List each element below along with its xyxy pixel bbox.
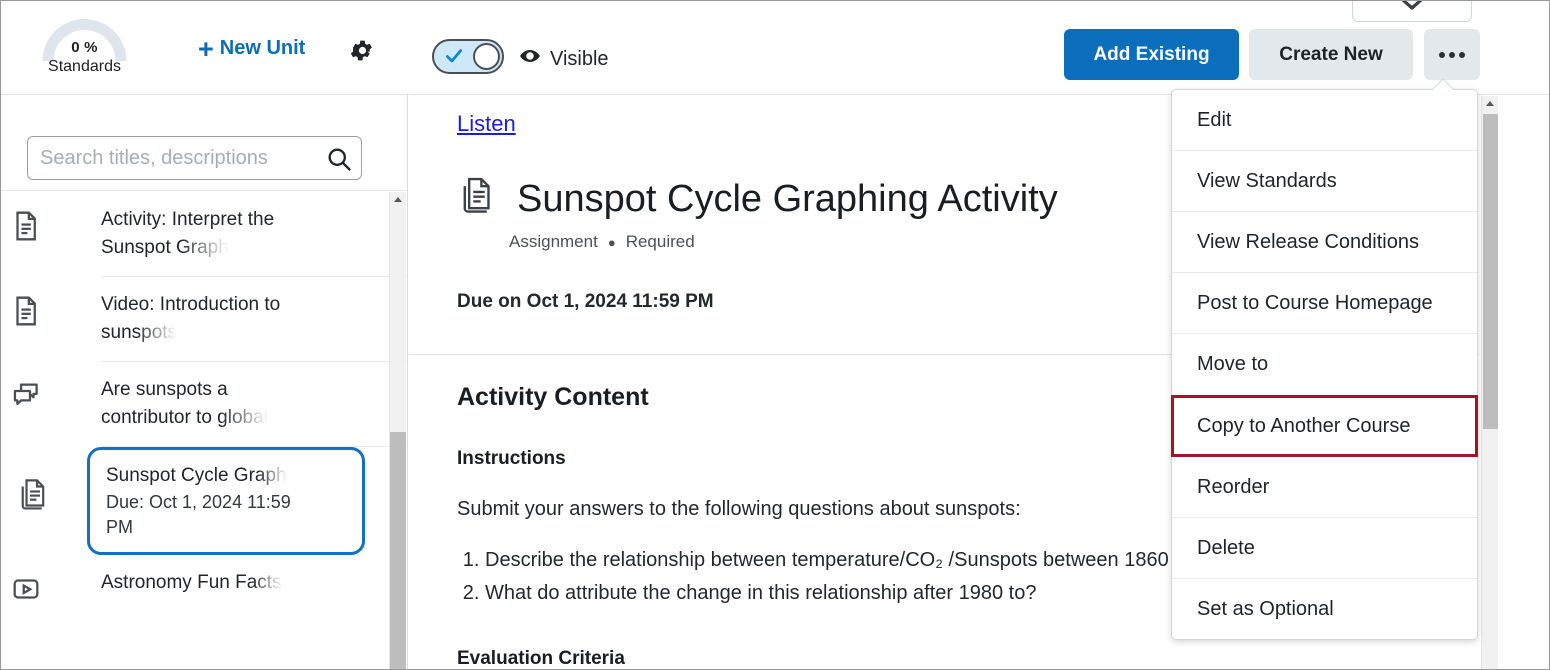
gear-icon[interactable] <box>349 37 376 69</box>
chevron-down-icon <box>1399 0 1425 17</box>
list-item-subtitle: Due: Oct 1, 2024 11:59 PM <box>106 492 291 537</box>
content-meta: Assignment ● Required <box>509 232 695 252</box>
create-new-button[interactable]: Create New <box>1249 29 1413 80</box>
search-input[interactable] <box>40 137 325 179</box>
menu-item-view-standards[interactable]: View Standards <box>1172 151 1477 212</box>
page-title-row: Sunspot Cycle Graphing Activity <box>457 174 1058 223</box>
due-date: Due on Oct 1, 2024 11:59 PM <box>457 291 714 313</box>
menu-item-label: Delete <box>1197 537 1255 560</box>
menu-item-set-as-optional[interactable]: Set as Optional <box>1172 579 1477 640</box>
menu-item-label: Post to Course Homepage <box>1197 292 1433 315</box>
list-item-title: Astronomy Fun Facts <box>101 572 282 593</box>
menu-item-label: Set as Optional <box>1197 598 1334 621</box>
list-item[interactable]: Are sunspots a contributor to global <box>101 362 407 447</box>
content-item-list: Activity: Interpret the Sunspot Graph Vi… <box>1 192 407 669</box>
standards-gauge: 0 % Standards <box>36 17 133 79</box>
menu-item-label: Edit <box>1197 109 1231 132</box>
content-toolbar: Visible Add Existing Create New <box>409 1 1550 95</box>
document-icon <box>9 294 43 328</box>
visibility-label-text: Visible <box>550 48 609 71</box>
menu-item-label: Move to <box>1197 353 1268 376</box>
standards-percent: 0 % <box>36 39 133 56</box>
menu-item-label: Copy to Another Course <box>1197 415 1410 438</box>
meta-separator: ● <box>608 235 616 250</box>
list-item-title: Sunspot Cycle Graph <box>106 465 287 486</box>
eye-icon <box>519 45 541 73</box>
scrollbar-thumb[interactable] <box>1483 114 1498 429</box>
discussion-icon <box>9 379 43 413</box>
menu-item-view-release-conditions[interactable]: View Release Conditions <box>1172 212 1477 273</box>
list-item-title: Activity: Interpret the Sunspot Graph <box>101 209 274 258</box>
instructions-heading: Instructions <box>457 448 566 470</box>
sidebar-search-area <box>1 96 407 191</box>
collapse-button[interactable] <box>1352 0 1472 22</box>
menu-item-post-to-course-homepage[interactable]: Post to Course Homepage <box>1172 273 1477 334</box>
visibility-toggle[interactable] <box>432 39 504 74</box>
toggle-knob <box>473 43 500 70</box>
check-icon <box>444 46 464 66</box>
menu-item-reorder[interactable]: Reorder <box>1172 457 1477 518</box>
ellipsis-icon <box>1459 52 1465 58</box>
new-unit-button[interactable]: + New Unit <box>198 37 305 60</box>
page-title: Sunspot Cycle Graphing Activity <box>517 177 1058 221</box>
menu-pointer-arrow <box>1432 79 1454 90</box>
course-content-sidebar: 0 % Standards + New Unit <box>1 1 408 669</box>
plus-icon: + <box>198 40 214 58</box>
list-item-selected[interactable]: Sunspot Cycle Graph Due: Oct 1, 2024 11:… <box>87 447 365 555</box>
menu-item-delete[interactable]: Delete <box>1172 518 1477 579</box>
evaluation-criteria-heading: Evaluation Criteria <box>457 648 625 669</box>
search-box <box>27 136 362 180</box>
meta-type: Assignment <box>509 232 598 252</box>
listen-link[interactable]: Listen <box>457 111 516 137</box>
document-icon <box>9 209 43 243</box>
activity-content-heading: Activity Content <box>457 383 649 412</box>
scroll-up-arrow-icon[interactable] <box>394 197 402 202</box>
menu-item-copy-to-another-course[interactable]: Copy to Another Course <box>1171 395 1478 457</box>
ellipsis-icon <box>1449 52 1455 58</box>
scroll-up-arrow-icon[interactable] <box>1486 101 1494 106</box>
app-window: 0 % Standards + New Unit <box>0 0 1550 670</box>
list-item[interactable]: Video: Introduction to sunspots <box>101 277 407 362</box>
search-icon[interactable] <box>325 145 353 178</box>
assignment-icon <box>16 476 50 510</box>
meta-required: Required <box>626 232 695 252</box>
add-existing-button[interactable]: Add Existing <box>1064 29 1239 80</box>
standards-label: Standards <box>36 58 133 76</box>
menu-item-label: View Standards <box>1197 170 1337 193</box>
list-item-title: Video: Introduction to sunspots <box>101 294 280 343</box>
menu-item-label: View Release Conditions <box>1197 231 1419 254</box>
new-unit-label: New Unit <box>220 37 306 60</box>
content-scrollbar[interactable] <box>1481 96 1498 669</box>
visibility-status: Visible <box>519 45 609 73</box>
more-options-menu: Edit View Standards View Release Conditi… <box>1171 89 1478 640</box>
video-icon <box>9 572 43 606</box>
assignment-icon <box>457 174 501 223</box>
menu-item-edit[interactable]: Edit <box>1172 90 1477 151</box>
scrollbar-thumb[interactable] <box>390 432 406 669</box>
more-options-button[interactable] <box>1424 29 1480 80</box>
list-item[interactable]: Astronomy Fun Facts <box>101 555 407 629</box>
sidebar-header: 0 % Standards + New Unit <box>1 1 408 95</box>
list-item-title: Are sunspots a contributor to global <box>101 379 268 428</box>
menu-item-label: Reorder <box>1197 476 1269 499</box>
ellipsis-icon <box>1439 52 1445 58</box>
list-item[interactable]: Activity: Interpret the Sunspot Graph <box>101 192 407 277</box>
sidebar-scrollbar[interactable] <box>389 192 406 669</box>
menu-item-move-to[interactable]: Move to <box>1172 334 1477 395</box>
